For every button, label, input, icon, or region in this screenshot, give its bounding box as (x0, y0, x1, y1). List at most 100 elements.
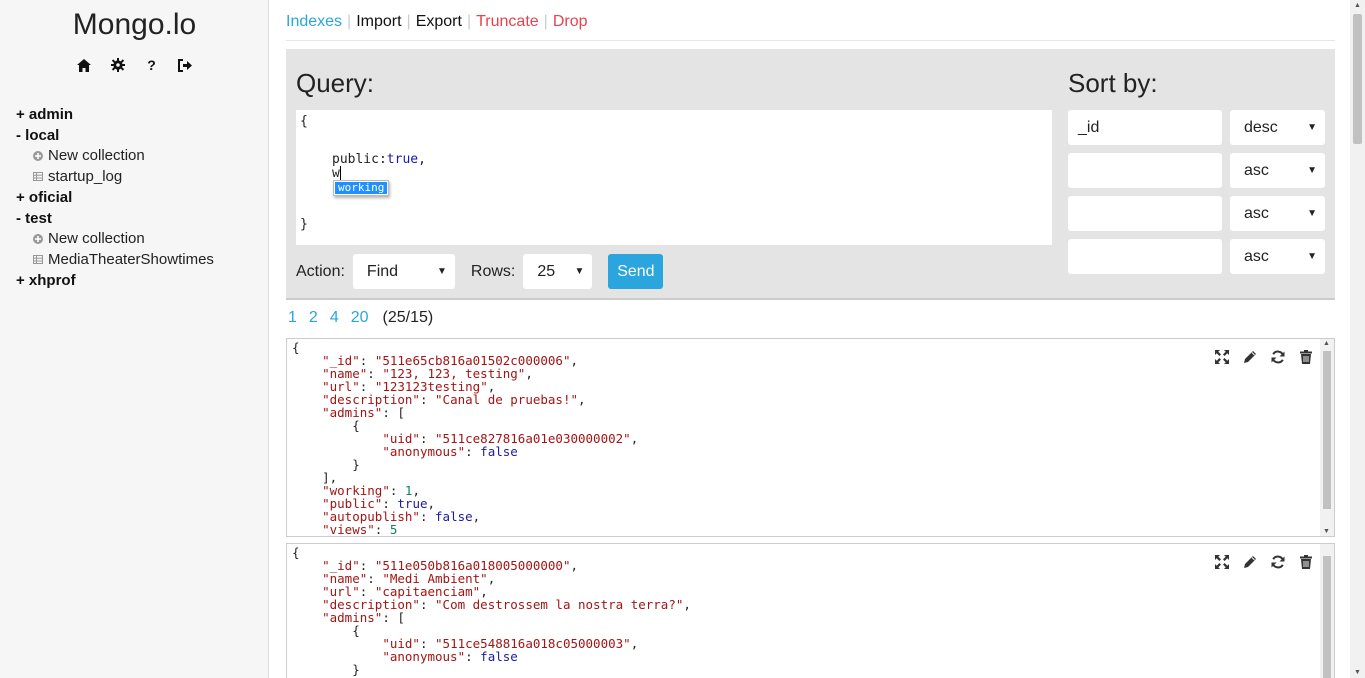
collection-new-test[interactable]: New collection (16, 229, 214, 250)
sort-order-select[interactable]: asc ▼ (1230, 196, 1325, 231)
autocomplete-popup[interactable]: working (333, 180, 390, 196)
page-link[interactable]: 2 (307, 309, 320, 327)
edit-icon[interactable] (1242, 349, 1258, 365)
scroll-down-icon[interactable]: ▼ (1354, 669, 1361, 676)
sidebar: Mongo.lo ? + admin - local New collectio… (0, 0, 269, 678)
sort-order-value: asc (1244, 204, 1269, 222)
db-local[interactable]: - local (16, 125, 214, 146)
scroll-down-icon[interactable]: ▼ (1323, 528, 1330, 535)
sort-order-select[interactable]: desc ▼ (1230, 110, 1325, 145)
sort-order-select[interactable]: asc ▼ (1230, 239, 1325, 274)
export-link[interactable]: Export (416, 13, 462, 31)
sort-row: _id desc ▼ (1068, 110, 1325, 145)
help-icon[interactable]: ? (144, 55, 160, 75)
collection-label: startup_log (48, 167, 123, 185)
sort-field-input[interactable] (1068, 153, 1222, 188)
sidebar-toolbar: ? (0, 55, 269, 75)
table-icon (32, 172, 43, 182)
pagination: 1 2 4 20 (25/15) (286, 309, 433, 327)
action-value: Find (366, 262, 399, 280)
nav-separator: | (466, 13, 472, 30)
import-link[interactable]: Import (356, 13, 401, 31)
collection-label: New collection (48, 147, 145, 164)
page-link[interactable]: 1 (286, 309, 299, 327)
sort-order-value: asc (1244, 247, 1269, 265)
document-card[interactable]: { "_id": "511e050b816a018005000000", "na… (286, 543, 1335, 678)
gear-icon[interactable] (110, 55, 126, 75)
document-card[interactable]: { "_id": "511e65cb816a01502c000006", "na… (286, 338, 1335, 537)
scrollbar-thumb[interactable] (1353, 14, 1362, 144)
scrollbar-thumb[interactable] (1323, 351, 1331, 509)
document-scrollbar[interactable] (1320, 544, 1334, 678)
scrollbar-thumb[interactable] (1323, 556, 1331, 678)
editor-line: public:true, (332, 152, 426, 167)
refresh-icon[interactable] (1270, 554, 1286, 570)
db-test[interactable]: - test (16, 208, 214, 229)
sort-order-select[interactable]: asc ▼ (1230, 153, 1325, 188)
query-editor[interactable]: { public:true, w working } (296, 110, 1052, 245)
db-oficial[interactable]: + oficial (16, 187, 214, 208)
indexes-link[interactable]: Indexes (286, 13, 342, 31)
sort-field-input[interactable] (1068, 196, 1222, 231)
page-link[interactable]: 20 (349, 309, 371, 327)
result-count: (25/15) (382, 309, 434, 326)
dropdown-arrow-icon: ▼ (574, 266, 585, 277)
sort-label: Sort by: (1068, 68, 1158, 98)
truncate-link[interactable]: Truncate (476, 13, 539, 31)
refresh-icon[interactable] (1270, 349, 1286, 365)
dropdown-arrow-icon: ▼ (1307, 208, 1317, 219)
collection-new-local[interactable]: New collection (16, 146, 214, 167)
drop-link[interactable]: Drop (553, 13, 588, 31)
sort-row: asc ▼ (1068, 239, 1325, 274)
document-tools (1214, 349, 1314, 365)
collection-startup-log[interactable]: startup_log (16, 167, 214, 188)
editor-line: { (300, 114, 308, 129)
table-icon (32, 255, 43, 265)
expand-icon[interactable] (1214, 349, 1230, 365)
rows-select[interactable]: 25 ▼ (523, 254, 593, 289)
document-json: { "_id": "511e65cb816a01502c000006", "na… (292, 340, 639, 537)
plus-circle-icon (32, 151, 43, 162)
home-icon[interactable] (76, 55, 92, 75)
sort-field-input[interactable]: _id (1068, 110, 1222, 145)
scroll-up-icon[interactable]: ▲ (1354, 2, 1361, 9)
query-label: Query: (296, 68, 375, 98)
edit-icon[interactable] (1242, 554, 1258, 570)
db-admin[interactable]: + admin (16, 104, 214, 125)
collection-nav: Indexes | Import | Export | Truncate | D… (286, 13, 588, 31)
page-link[interactable]: 4 (328, 309, 341, 327)
expand-icon[interactable] (1214, 554, 1230, 570)
action-label: Action: (296, 262, 345, 280)
document-scrollbar[interactable]: ▲ ▼ (1320, 339, 1334, 536)
trash-icon[interactable] (1298, 349, 1314, 365)
divider (286, 40, 1335, 41)
sort-field-input[interactable] (1068, 239, 1222, 274)
scroll-up-icon[interactable]: ▲ (1323, 340, 1330, 347)
collection-media-theater[interactable]: MediaTheaterShowtimes (16, 250, 214, 271)
rows-label: Rows: (470, 262, 516, 280)
plus-circle-icon (32, 234, 43, 245)
logout-icon[interactable] (178, 55, 194, 75)
editor-line: } (300, 217, 308, 232)
db-xhprof[interactable]: + xhprof (16, 270, 214, 291)
send-button[interactable]: Send (608, 254, 664, 289)
sort-order-value: desc (1244, 118, 1278, 136)
nav-separator: | (347, 13, 352, 30)
document-tools (1214, 554, 1314, 570)
page-scrollbar[interactable]: ▲ ▼ (1350, 0, 1365, 678)
editor-line: w (332, 166, 341, 181)
trash-icon[interactable] (1298, 554, 1314, 570)
query-panel: Query: { public:true, w working } Action… (286, 49, 1335, 300)
action-select[interactable]: Find ▼ (352, 254, 455, 289)
dropdown-arrow-icon: ▼ (1307, 122, 1317, 133)
database-tree: + admin - local New collection startup_l… (16, 104, 214, 291)
dropdown-arrow-icon: ▼ (437, 266, 447, 277)
app-title[interactable]: Mongo.lo (0, 8, 269, 42)
dropdown-arrow-icon: ▼ (1307, 251, 1317, 262)
sort-row: asc ▼ (1068, 196, 1325, 231)
collection-label: MediaTheaterShowtimes (48, 250, 214, 268)
nav-separator: | (543, 13, 548, 30)
autocomplete-item[interactable]: working (335, 182, 388, 194)
collection-label: New collection (48, 230, 145, 247)
nav-separator: | (406, 13, 411, 30)
